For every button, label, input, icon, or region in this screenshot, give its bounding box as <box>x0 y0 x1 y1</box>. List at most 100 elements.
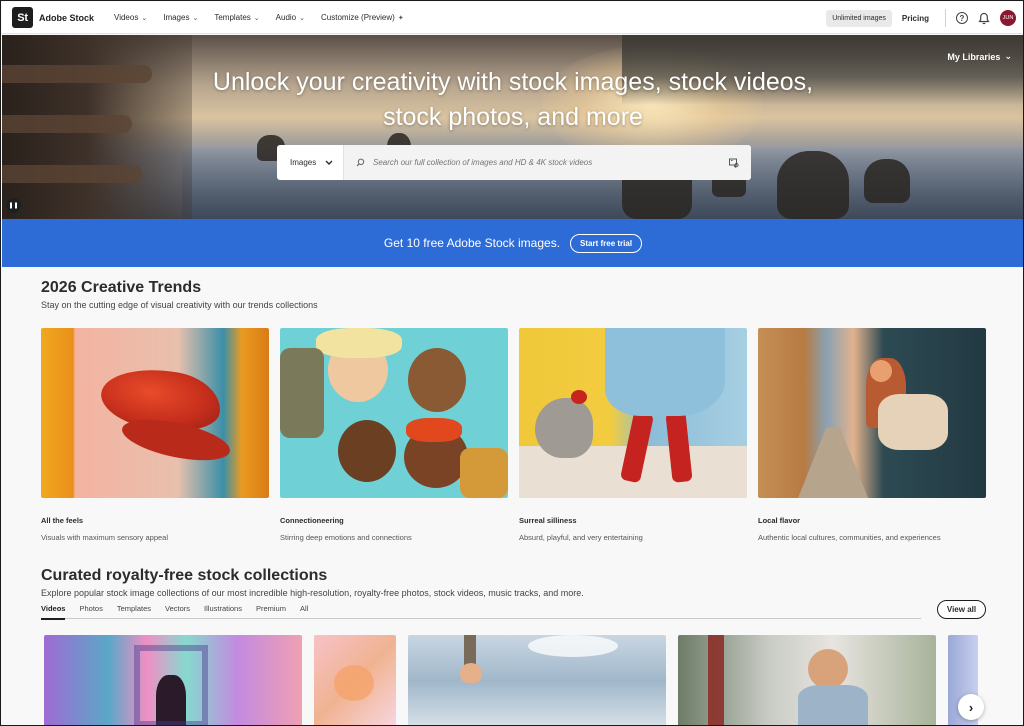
hero: Unlock your creativity with stock images… <box>2 35 1023 219</box>
tab-illustrations[interactable]: Illustrations <box>204 604 242 619</box>
curated-tabs: Videos Photos Templates Vectors Illustra… <box>41 604 921 620</box>
avatar[interactable]: JUN <box>1000 10 1016 26</box>
main-nav: Videos ⌄ Images ⌄ Templates ⌄ Audio ⌄ Custom… <box>114 13 404 22</box>
curated-title: Curated royalty-free stock collections <box>41 567 328 584</box>
trend-card-image[interactable] <box>41 328 269 498</box>
plant-illustration <box>708 635 724 725</box>
promo-banner: Get 10 free Adobe Stock images. Start fr… <box>2 219 1023 267</box>
trends-title: 2026 Creative Trends <box>41 279 202 296</box>
search-category-select[interactable]: Images <box>277 145 344 180</box>
unlimited-images-button[interactable]: Unlimited images <box>826 9 892 27</box>
help-icon[interactable]: ? <box>956 12 968 24</box>
page-frame: St Adobe Stock Videos ⌄ Images ⌄ Templates… <box>0 0 1024 726</box>
hen-comb <box>571 390 587 404</box>
nav-label: Audio <box>275 13 297 22</box>
hero-title-line: Unlock your creativity with stock images… <box>212 68 814 96</box>
nav-audio[interactable]: Audio ⌄ <box>276 13 305 22</box>
dress-illustration <box>605 328 725 416</box>
nav-label: Videos <box>114 13 139 22</box>
tab-videos[interactable]: Videos <box>41 604 66 620</box>
trend-cards: All the feels Visuals with maximum senso… <box>41 328 986 542</box>
curated-subtitle: Explore popular stock image collections … <box>41 588 584 598</box>
hero-title: Unlock your creativity with stock images… <box>2 65 1023 135</box>
search-field <box>344 145 751 180</box>
trend-card-subtitle: Authentic local cultures, communities, a… <box>758 533 941 542</box>
person-illustration <box>798 685 868 725</box>
collection-thumbnail[interactable] <box>44 635 302 725</box>
visual-search-icon[interactable] <box>728 157 739 168</box>
stock-logo-icon: St <box>12 7 33 28</box>
tab-vectors[interactable]: Vectors <box>165 604 190 619</box>
trend-card-subtitle: Visuals with maximum sensory appeal <box>41 533 168 542</box>
nav-label: Customize (Preview) <box>321 13 395 22</box>
pricing-link[interactable]: Pricing <box>902 14 929 23</box>
flower-illustration <box>334 665 374 701</box>
trend-card-subtitle: Absurd, playful, and very entertaining <box>519 533 643 542</box>
my-libraries-button[interactable]: My Libraries ⌄ <box>947 51 1012 62</box>
collection-thumbnail[interactable] <box>408 635 666 725</box>
view-all-button[interactable]: View all <box>937 600 986 619</box>
my-libraries-label: My Libraries <box>947 51 1001 62</box>
carousel-next-button[interactable]: › <box>958 694 984 720</box>
trend-card-subtitle: Stirring deep emotions and connections <box>280 533 412 542</box>
brand-logo[interactable]: St Adobe Stock <box>12 7 94 28</box>
tab-premium[interactable]: Premium <box>256 604 286 619</box>
shirt-illustration <box>280 348 324 438</box>
bandana-illustration <box>406 418 462 442</box>
tunnel-illustration <box>134 645 208 725</box>
face-illustration <box>338 420 396 482</box>
collection-thumbnail[interactable] <box>678 635 936 725</box>
trend-card-title: All the feels <box>41 516 84 525</box>
trend-card-local-flavor[interactable]: Local flavor Authentic local cultures, c… <box>758 328 986 542</box>
promo-text: Get 10 free Adobe Stock images. <box>383 236 561 250</box>
trend-card-connectioneering[interactable]: Connectioneering Stirring deep emotions … <box>280 328 508 542</box>
search-input[interactable] <box>373 158 728 167</box>
chevron-down-icon: ⌄ <box>141 14 148 22</box>
face-illustration <box>408 348 466 412</box>
tab-all[interactable]: All <box>300 604 308 619</box>
trend-card-image[interactable] <box>758 328 986 498</box>
hero-figure <box>864 159 910 203</box>
chevron-down-icon: ⌄ <box>253 14 260 22</box>
trend-card-image[interactable] <box>519 328 747 498</box>
nav-divider <box>945 9 946 27</box>
cloud-illustration <box>528 635 618 657</box>
nav-label: Images <box>163 13 190 22</box>
trend-card-all-the-feels[interactable]: All the feels Visuals with maximum senso… <box>41 328 269 542</box>
nav-templates[interactable]: Templates ⌄ <box>214 13 259 22</box>
brand-name: Adobe Stock <box>39 12 95 23</box>
trend-card-title: Connectioneering <box>280 516 344 525</box>
tab-photos[interactable]: Photos <box>79 604 102 619</box>
hero-title-line: stock photos, and more <box>383 103 643 131</box>
search-category-label: Images <box>290 158 317 167</box>
hero-background <box>2 165 142 183</box>
street-illustration <box>798 428 868 498</box>
trend-card-image[interactable] <box>280 328 508 498</box>
hen-illustration <box>535 398 593 458</box>
nav-customize[interactable]: Customize (Preview) ✦ <box>321 13 404 22</box>
lamp-illustration <box>460 663 482 683</box>
nav-label: Templates <box>214 13 251 22</box>
statue-illustration <box>878 394 948 450</box>
collection-carousel <box>44 635 978 725</box>
nav-videos[interactable]: Videos ⌄ <box>114 13 147 22</box>
hair-illustration <box>316 328 402 358</box>
trends-subtitle: Stay on the cutting edge of visual creat… <box>41 300 318 310</box>
tab-templates[interactable]: Templates <box>117 604 151 619</box>
hero-figure <box>777 151 849 219</box>
pause-icon[interactable]: ❚❚ <box>6 198 21 213</box>
sparkle-icon: ✦ <box>397 14 404 22</box>
trend-card-title: Local flavor <box>758 516 801 525</box>
trend-card-surreal-silliness[interactable]: Surreal silliness Absurd, playful, and v… <box>519 328 747 542</box>
collection-thumbnail[interactable] <box>314 635 396 725</box>
person-head <box>870 360 892 382</box>
search-bar: Images <box>277 145 751 180</box>
bell-icon[interactable] <box>978 12 990 25</box>
top-nav: St Adobe Stock Videos ⌄ Images ⌄ Templates… <box>2 2 1023 34</box>
start-free-trial-button[interactable]: Start free trial <box>570 233 643 253</box>
nav-right: Unlimited images Pricing ? JUN <box>826 2 1016 34</box>
person-illustration <box>808 649 848 689</box>
search-icon <box>356 158 365 167</box>
nav-images[interactable]: Images ⌄ <box>163 13 198 22</box>
chevron-down-icon: ⌄ <box>192 14 199 22</box>
